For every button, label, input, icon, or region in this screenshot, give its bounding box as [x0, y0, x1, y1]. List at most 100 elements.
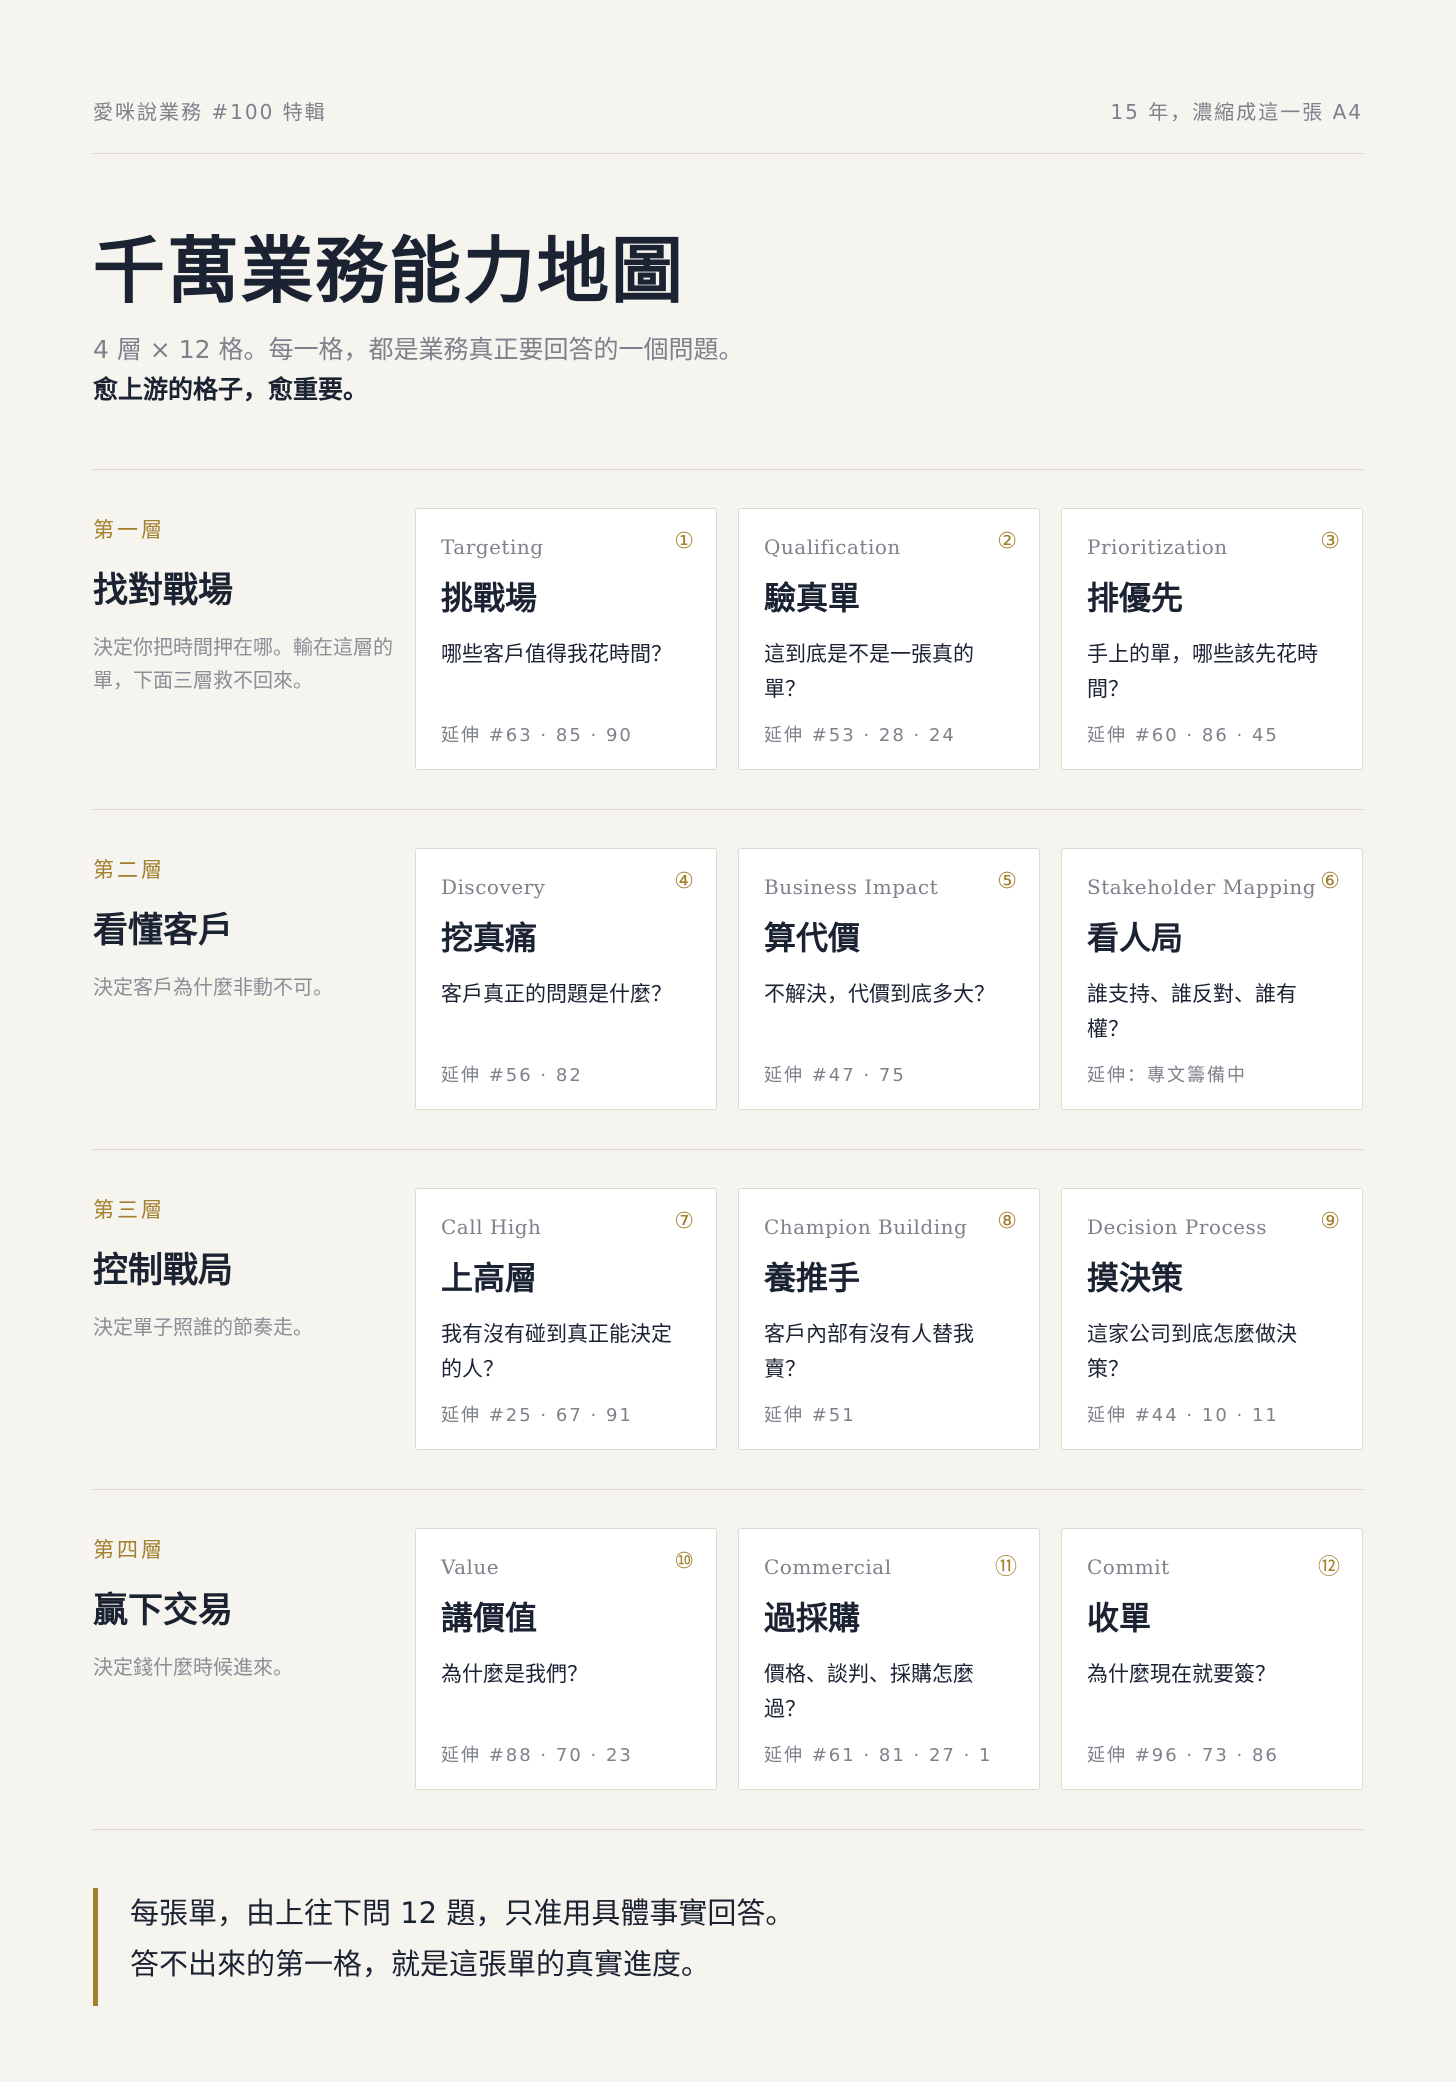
page-subtitle: 4 層 × 12 格。每一格，都是業務真正要回答的一個問題。 — [93, 335, 744, 364]
layer-name: 看懂客戶 — [93, 911, 234, 951]
card-index: ② — [997, 529, 1017, 554]
card-index: ⑨ — [1320, 1209, 1340, 1234]
footer-line-2: 答不出來的第一格，就是這張單的真實進度。 — [130, 1947, 711, 1981]
card-question: 誰支持、誰反對、誰有權？ — [1087, 982, 1297, 1041]
tagline: 15 年，濃縮成這一張 A4 — [1110, 100, 1363, 124]
card-champion-building: Champion Building ⑧ 養推手 客戶內部有沒有人替我賣？ 延伸 … — [738, 1188, 1040, 1450]
card-english-label: Value — [441, 1555, 500, 1579]
card-english-label: Commit — [1087, 1555, 1170, 1579]
card-index: ⑫ — [1317, 1555, 1340, 1580]
page-title: 千萬業務能力地圖 — [93, 229, 686, 313]
divider — [93, 1489, 1363, 1490]
layer-1: 第一層 找對戰場 決定你把時間押在哪。輸在這層的單，下面三層救不回來。 Targ… — [93, 508, 1363, 770]
card-english-label: Targeting — [441, 535, 544, 559]
card-discovery: Discovery ④ 挖真痛 客戶真正的問題是什麼？ 延伸 #56 · 82 — [415, 848, 717, 1110]
layer-label: 第三層 控制戰局 決定單子照誰的節奏走。 — [93, 1188, 393, 1344]
card-index: ⑤ — [997, 869, 1017, 894]
series-label: 愛咪說業務 #100 特輯 — [93, 100, 327, 124]
layer-number: 第一層 — [93, 518, 165, 542]
card-extension: 延伸 #56 · 82 — [441, 1065, 583, 1086]
card-english-label: Commercial — [764, 1555, 892, 1579]
footer-quote: 每張單，由上往下問 12 題，只准用具體事實回答。 答不出來的第一格，就是這張單… — [93, 1888, 794, 2006]
layer-number: 第二層 — [93, 858, 165, 882]
card-extension: 延伸 #61 · 81 · 27 · 1 — [764, 1745, 993, 1766]
layer-name: 找對戰場 — [93, 571, 234, 611]
layer-description: 決定單子照誰的節奏走。 — [93, 1315, 313, 1339]
card-index: ④ — [674, 869, 694, 894]
card-extension: 延伸 #51 — [764, 1405, 856, 1426]
card-title: 養推手 — [764, 1259, 861, 1297]
emphasis-note: 愈上游的格子，愈重要。 — [93, 375, 369, 404]
layer-3: 第三層 控制戰局 決定單子照誰的節奏走。 Call High ⑦ 上高層 我有沒… — [93, 1188, 1363, 1450]
card-question: 客戶內部有沒有人替我賣？ — [764, 1322, 974, 1381]
layer-4: 第四層 贏下交易 決定錢什麼時候進來。 Value ⑩ 講價值 為什麼是我們？ … — [93, 1528, 1363, 1790]
card-call-high: Call High ⑦ 上高層 我有沒有碰到真正能決定的人？ 延伸 #25 · … — [415, 1188, 717, 1450]
card-extension: 延伸 #96 · 73 · 86 — [1087, 1745, 1279, 1766]
card-question: 價格、談判、採購怎麼過？ — [764, 1662, 974, 1721]
card-extension: 延伸 #88 · 70 · 23 — [441, 1745, 633, 1766]
top-bar: 愛咪說業務 #100 特輯 15 年，濃縮成這一張 A4 — [93, 96, 1363, 154]
card-index: ⑥ — [1320, 869, 1340, 894]
card-title: 排優先 — [1087, 579, 1184, 617]
card-extension: 延伸 #47 · 75 — [764, 1065, 906, 1086]
card-english-label: Call High — [441, 1215, 542, 1239]
layer-description: 決定錢什麼時候進來。 — [93, 1655, 293, 1679]
card-title: 挑戰場 — [441, 579, 538, 617]
divider — [93, 809, 1363, 810]
card-commit: Commit ⑫ 收單 為什麼現在就要簽？ 延伸 #96 · 73 · 86 — [1061, 1528, 1363, 1790]
card-question: 為什麼是我們？ — [441, 1662, 588, 1686]
layer-label: 第二層 看懂客戶 決定客戶為什麼非動不可。 — [93, 848, 393, 1004]
card-extension: 延伸 #63 · 85 · 90 — [441, 725, 633, 746]
page: 愛咪說業務 #100 特輯 15 年，濃縮成這一張 A4 千萬業務能力地圖 4 … — [0, 0, 1456, 2082]
card-index: ⑪ — [994, 1555, 1017, 1580]
layer-name: 贏下交易 — [93, 1591, 234, 1631]
card-index: ⑩ — [674, 1549, 694, 1574]
divider — [93, 1149, 1363, 1150]
card-stakeholder-mapping: Stakeholder Mapping ⑥ 看人局 誰支持、誰反對、誰有權？ 延… — [1061, 848, 1363, 1110]
layer-description: 決定你把時間押在哪。輸在這層的單，下面三層救不回來。 — [93, 635, 393, 692]
card-title: 上高層 — [441, 1259, 538, 1297]
card-extension: 延伸 #60 · 86 · 45 — [1087, 725, 1279, 746]
card-english-label: Decision Process — [1087, 1215, 1268, 1239]
card-targeting: Targeting ① 挑戰場 哪些客戶值得我花時間？ 延伸 #63 · 85 … — [415, 508, 717, 770]
card-extension: 延伸 #53 · 28 · 24 — [764, 725, 956, 746]
card-title: 過採購 — [764, 1599, 861, 1637]
card-question: 為什麼現在就要簽？ — [1087, 1662, 1276, 1686]
card-decision-process: Decision Process ⑨ 摸決策 這家公司到底怎麼做決策？ 延伸 #… — [1061, 1188, 1363, 1450]
card-question: 手上的單，哪些該先花時間？ — [1087, 642, 1318, 701]
card-index: ③ — [1320, 529, 1340, 554]
divider — [93, 469, 1363, 470]
card-english-label: Qualification — [764, 535, 901, 559]
card-title: 算代價 — [764, 919, 861, 957]
card-value: Value ⑩ 講價值 為什麼是我們？ 延伸 #88 · 70 · 23 — [415, 1528, 717, 1790]
layer-2: 第二層 看懂客戶 決定客戶為什麼非動不可。 Discovery ④ 挖真痛 客戶… — [93, 848, 1363, 1110]
layer-number: 第三層 — [93, 1198, 165, 1222]
card-title: 摸決策 — [1087, 1259, 1184, 1297]
card-prioritization: Prioritization ③ 排優先 手上的單，哪些該先花時間？ 延伸 #6… — [1061, 508, 1363, 770]
card-commercial: Commercial ⑪ 過採購 價格、談判、採購怎麼過？ 延伸 #61 · 8… — [738, 1528, 1040, 1790]
card-index: ① — [674, 529, 694, 554]
card-qualification: Qualification ② 驗真單 這到底是不是一張真的單？ 延伸 #53 … — [738, 508, 1040, 770]
card-question: 我有沒有碰到真正能決定的人？ — [441, 1322, 672, 1381]
card-title: 收單 — [1087, 1599, 1152, 1637]
card-extension: 延伸 #25 · 67 · 91 — [441, 1405, 633, 1426]
divider — [93, 1829, 1363, 1830]
card-question: 哪些客戶值得我花時間？ — [441, 642, 672, 666]
layer-label: 第四層 贏下交易 決定錢什麼時候進來。 — [93, 1528, 393, 1684]
card-english-label: Stakeholder Mapping — [1087, 875, 1317, 899]
card-question: 這家公司到底怎麼做決策？ — [1087, 1322, 1297, 1381]
layer-name: 控制戰局 — [93, 1251, 234, 1291]
card-business-impact: Business Impact ⑤ 算代價 不解決，代價到底多大？ 延伸 #47… — [738, 848, 1040, 1110]
card-question: 這到底是不是一張真的單？ — [764, 642, 974, 701]
footer-line-1: 每張單，由上往下問 12 題，只准用具體事實回答。 — [130, 1896, 795, 1930]
card-index: ⑧ — [997, 1209, 1017, 1234]
card-english-label: Business Impact — [764, 875, 939, 899]
card-title: 挖真痛 — [441, 919, 538, 957]
card-question: 不解決，代價到底多大？ — [764, 982, 995, 1006]
card-title: 驗真單 — [764, 579, 861, 617]
card-english-label: Discovery — [441, 875, 546, 899]
layer-number: 第四層 — [93, 1538, 165, 1562]
layer-description: 決定客戶為什麼非動不可。 — [93, 975, 333, 999]
card-question: 客戶真正的問題是什麼？ — [441, 982, 672, 1006]
card-title: 看人局 — [1087, 919, 1184, 957]
